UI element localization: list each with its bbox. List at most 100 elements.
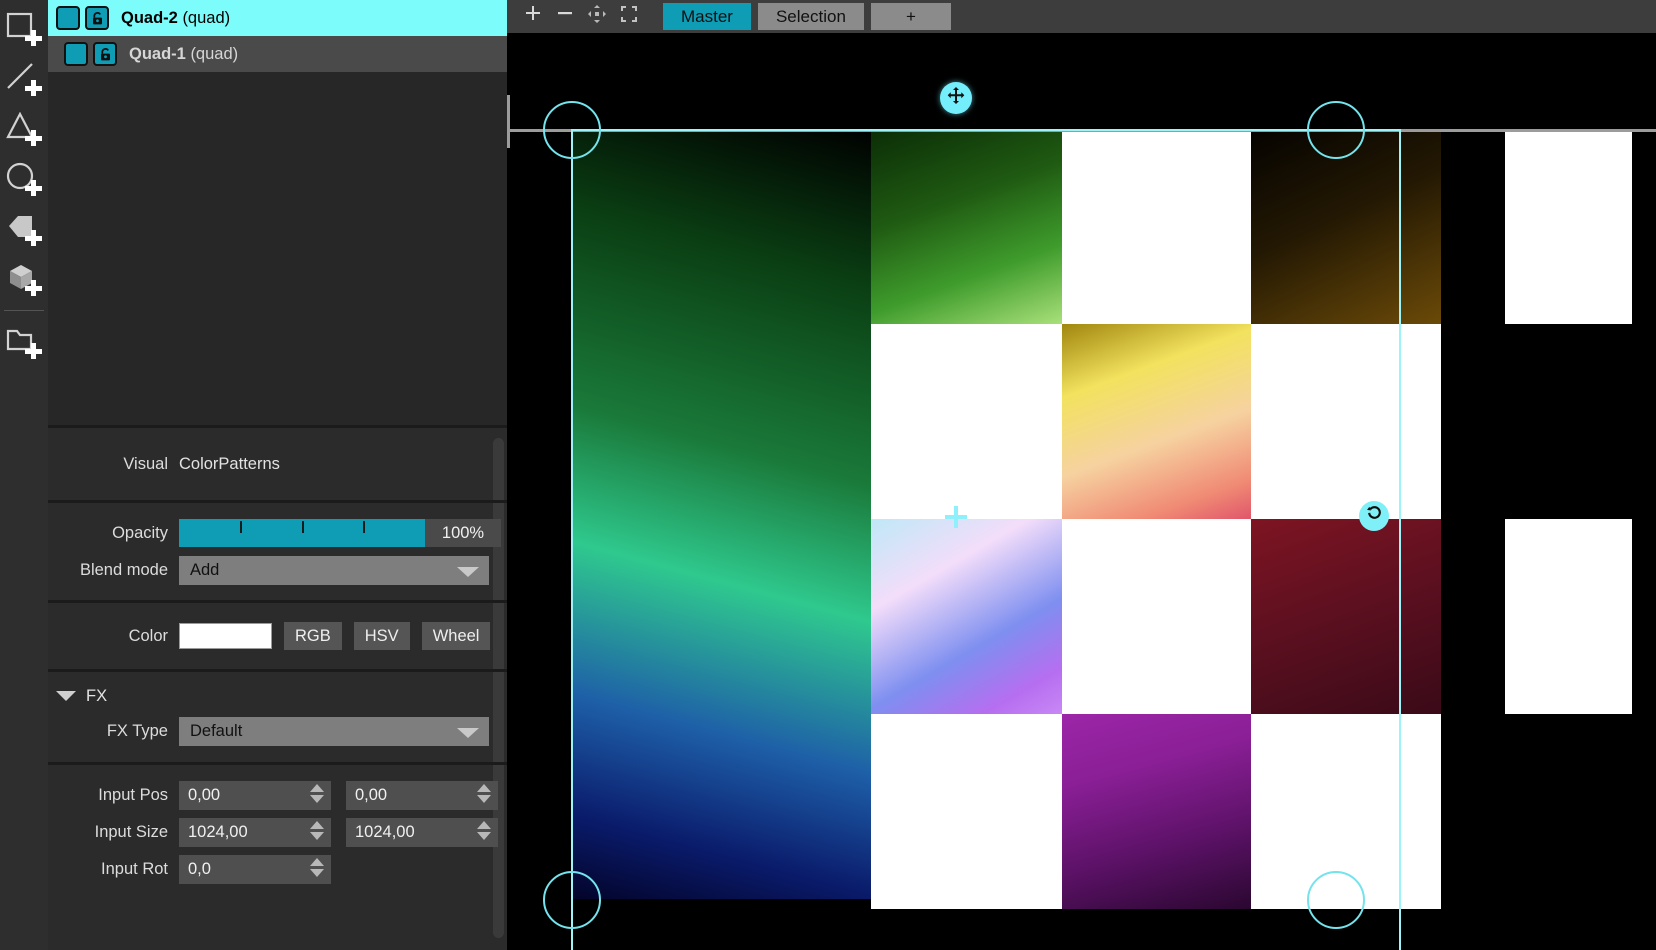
pattern-cell [1251,519,1441,714]
blend-mode-label: Blend mode [79,560,168,579]
input-size-y-field[interactable]: 1024,00 [346,817,498,847]
opacity-label: Opacity [112,523,168,542]
marquee-select-button[interactable] [615,3,643,31]
viewport-column: Master Selection + [507,0,1656,950]
rotate-handle[interactable] [1359,501,1389,531]
input-pos-label: Input Pos [98,785,168,804]
marquee-icon [619,4,639,29]
color-swatch[interactable] [179,623,272,649]
visual-value[interactable]: ColorPatterns [179,455,280,474]
zoom-out-icon [555,4,575,29]
pattern-cell [1062,324,1251,519]
move-handle-icon [946,86,966,111]
fx-type-label: FX Type [106,721,168,740]
blend-mode-row: Blend mode Add [48,553,507,587]
stepper-icon[interactable] [310,858,324,877]
blend-mode-dropdown[interactable]: Add [179,555,489,585]
slider-tick [363,521,365,533]
fit-screen-icon [586,3,608,30]
pattern-cell [1441,519,1505,714]
input-pos-y-field[interactable]: 0,00 [346,780,498,810]
pattern-cell [1505,129,1632,324]
input-size-x-field[interactable]: 1024,00 [179,817,331,847]
layer-row-quad-1[interactable]: Quad-1 (quad) [48,36,507,72]
input-pos-row: Input Pos 0,00 0,00 [48,778,507,812]
chevron-down-icon [457,728,479,738]
pattern-cell [871,519,1062,714]
stepper-icon[interactable] [310,784,324,803]
add-folder-button[interactable] [1,317,47,367]
pattern-cell [1251,324,1441,519]
add-triangle-button[interactable] [1,104,47,154]
application-window: Quad-2 (quad) Quad-1 (quad) Visual Color… [0,0,1656,950]
input-pos-y-value: 0,00 [355,785,388,804]
wheel-button[interactable]: Wheel [421,622,491,650]
add-polygon-button[interactable] [1,204,47,254]
left-panel: Quad-2 (quad) Quad-1 (quad) Visual Color… [48,0,507,950]
selection-handle-top-left[interactable] [543,101,601,159]
opacity-value[interactable]: 100% [425,519,501,547]
fx-title: FX [86,686,108,705]
move-handle[interactable] [940,82,972,114]
input-size-label: Input Size [94,822,168,841]
layer-type-text: (quad) [182,8,231,27]
input-size-y-value: 1024,00 [355,822,415,841]
rgb-button[interactable]: RGB [284,622,342,650]
ruler-guide-horizontal [507,129,1656,132]
add-cube-icon [6,262,42,296]
tab-master[interactable]: Master [663,3,751,30]
input-pos-x-field[interactable]: 0,00 [179,780,331,810]
input-rot-value: 0,0 [188,859,211,878]
chevron-down-icon [457,567,479,577]
hsv-button[interactable]: HSV [353,622,410,650]
color-section: Color RGB HSV Wheel [48,603,507,672]
selection-handle-bottom-right[interactable] [1307,871,1365,929]
rotate-handle-icon [1366,505,1383,527]
pattern-cell [571,129,871,899]
selection-handle-bottom-left[interactable] [543,871,601,929]
pattern-cell [1062,129,1251,324]
viewport-canvas[interactable] [507,33,1656,950]
layer-type-text: (quad) [190,44,239,63]
layer-name-text: Quad-1 [129,44,186,63]
pattern-cell [1505,519,1632,714]
color-label: Color [128,626,168,645]
zoom-in-button[interactable] [519,3,547,31]
stepper-icon[interactable] [477,821,491,840]
opacity-row: Opacity 100% [48,516,507,550]
layer-label: Quad-2 (quad) [121,9,230,28]
opacity-blend-section: Opacity 100% Blend mode Add [48,503,507,603]
add-triangle-icon [6,112,42,146]
layer-row-quad-2[interactable]: Quad-2 (quad) [48,0,507,36]
fx-collapse-toggle[interactable]: FX [48,681,507,711]
fx-type-dropdown[interactable]: Default [179,716,489,746]
layer-color-swatch[interactable] [56,6,80,30]
add-circle-button[interactable] [1,154,47,204]
toolbar-divider [4,310,44,311]
tab-add[interactable]: + [870,3,951,30]
opacity-slider[interactable] [179,519,425,547]
add-folder-icon [6,325,42,359]
stepper-icon[interactable] [310,821,324,840]
add-quad-icon [6,12,42,46]
lock-icon[interactable] [93,42,117,66]
input-rot-row: Input Rot 0,0 [48,852,507,886]
lock-icon[interactable] [85,6,109,30]
input-rot-field[interactable]: 0,0 [179,854,331,884]
add-cube-button[interactable] [1,254,47,304]
add-quad-button[interactable] [1,4,47,54]
stepper-icon[interactable] [477,784,491,803]
tab-selection[interactable]: Selection [757,3,864,30]
zoom-out-button[interactable] [551,3,579,31]
fx-type-row: FX Type Default [48,714,507,748]
input-transform-section: Input Pos 0,00 0,00 Input Size 1024,00 1… [48,765,507,886]
slider-tick [240,521,242,533]
selection-handle-top-right[interactable] [1307,101,1365,159]
shape-toolbar [0,0,48,950]
zoom-in-icon [523,4,543,29]
add-line-button[interactable] [1,54,47,104]
visual-label: Visual [123,454,168,473]
layer-color-swatch[interactable] [64,42,88,66]
add-polygon-icon [6,212,42,246]
fit-screen-button[interactable] [583,3,611,31]
